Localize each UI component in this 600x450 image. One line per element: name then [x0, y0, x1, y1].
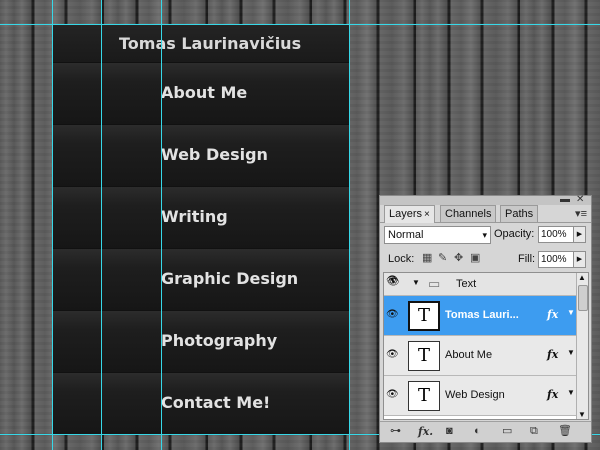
trash-icon[interactable]: 🗑 [558, 426, 572, 437]
adjustment-icon[interactable]: ◐ [474, 426, 481, 437]
folder-icon: ▭ [428, 276, 441, 291]
close-icon[interactable]: ✕ [576, 194, 584, 205]
menu-item-label: About Me [161, 83, 248, 102]
chevron-down-icon: ▾ [482, 230, 487, 240]
tab-label: Channels [445, 208, 492, 220]
menu-item-graphic-design[interactable]: Graphic Design [52, 248, 350, 311]
fill-field[interactable]: 100% [538, 251, 574, 268]
vertical-guide[interactable] [161, 0, 162, 450]
minimize-icon[interactable]: ▬ [560, 194, 570, 205]
vertical-guide[interactable] [101, 0, 102, 450]
lock-transparent-icon[interactable]: ▦ [422, 253, 433, 264]
text-layer-thumbnail: T [408, 341, 440, 371]
fx-icon[interactable]: fx [547, 388, 558, 401]
vertical-guide[interactable] [349, 0, 350, 450]
site-title-text: Tomas Laurinavičius [119, 34, 302, 53]
mask-icon[interactable]: ◙ [446, 426, 453, 437]
eye-icon[interactable]: 👁 [386, 275, 399, 286]
panel-menu-icon[interactable]: ▾≡ [575, 207, 587, 220]
opacity-value: 100% [541, 229, 567, 240]
opacity-stepper[interactable]: ▶ [573, 226, 586, 243]
horizontal-guide[interactable] [0, 24, 600, 25]
fx-icon[interactable]: fx [547, 348, 558, 361]
expand-triangle-icon[interactable]: ▼ [412, 278, 420, 287]
folder-icon[interactable]: ▭ [502, 426, 512, 437]
menu-item-label: Graphic Design [161, 269, 299, 288]
layers-list: 👁 ▼ ▭ Text T Tomas Lauri... fx ▼ T About… [383, 272, 589, 420]
menu-item-photography[interactable]: Photography [52, 310, 350, 373]
vertical-guide[interactable] [52, 0, 53, 450]
opacity-label: Opacity: [494, 228, 535, 240]
fill-label: Fill: [518, 253, 536, 265]
blend-mode-select[interactable]: Normal ▾ [384, 226, 491, 244]
chevron-down-icon[interactable]: ▼ [567, 308, 575, 317]
tab-paths[interactable]: Paths [500, 205, 539, 222]
layer-row[interactable]: T Web Design fx ▼ [384, 376, 576, 416]
chevron-down-icon[interactable]: ▼ [567, 388, 575, 397]
scroll-down-icon[interactable]: ▼ [578, 410, 586, 419]
scroll-thumb[interactable] [578, 285, 588, 311]
close-icon[interactable]: × [424, 209, 430, 220]
layers-bottom-toolbar: ⊶ fx. ◙ ◐ ▭ ⧉ 🗑 [380, 421, 591, 442]
fill-stepper[interactable]: ▶ [573, 251, 586, 268]
panel-header: ▬ ✕ [380, 194, 591, 205]
new-layer-icon[interactable]: ⧉ [530, 426, 538, 437]
lock-brush-icon[interactable]: ✎ [438, 253, 449, 264]
panel-tabs: Layers × Channels Paths ▾≡ [380, 205, 591, 223]
lock-label: Lock: [388, 253, 415, 265]
menu-item-label: Photography [161, 331, 278, 350]
menu-item-writing[interactable]: Writing [52, 186, 350, 249]
menu-item-label: Writing [161, 207, 228, 226]
eye-icon[interactable]: 👁 [386, 389, 399, 400]
text-layer-thumbnail: T [408, 381, 440, 411]
menu-item-label: Web Design [161, 145, 268, 164]
layers-panel: ▬ ✕ Layers × Channels Paths ▾≡ Normal ▾ O… [379, 194, 592, 443]
fill-value: 100% [541, 254, 567, 265]
eye-icon[interactable]: 👁 [386, 309, 399, 320]
lock-move-icon[interactable]: ✥ [454, 253, 465, 264]
site-title: Tomas Laurinavičius [52, 24, 350, 62]
menu-item-label: Contact Me! [161, 393, 271, 412]
opacity-field[interactable]: 100% [538, 226, 574, 243]
scroll-up-icon[interactable]: ▲ [578, 273, 586, 282]
layer-name: About Me [445, 349, 493, 361]
layers-scrollbar[interactable]: ▲ ▼ [576, 273, 588, 419]
tab-layers[interactable]: Layers × [384, 205, 435, 223]
lock-row: Lock: ▦ ✎ ✥ ▣ Fill: 100% ▶ [384, 251, 587, 268]
layer-name: Web Design [445, 389, 505, 401]
lock-all-icon[interactable]: ▣ [470, 253, 481, 264]
layer-name: Tomas Lauri... [445, 309, 519, 321]
website-menu-mockup: Tomas Laurinavičius About Me Web Design … [52, 24, 350, 435]
group-name: Text [456, 278, 477, 290]
tab-label: Layers [389, 208, 423, 220]
fx-icon[interactable]: fx [547, 308, 558, 321]
menu-item-about[interactable]: About Me [52, 62, 350, 125]
layer-group-text[interactable]: 👁 ▼ ▭ Text [384, 273, 576, 296]
tab-channels[interactable]: Channels [440, 205, 497, 222]
blend-mode-value: Normal [388, 229, 424, 241]
text-layer-thumbnail: T [408, 301, 440, 331]
chevron-down-icon[interactable]: ▼ [567, 348, 575, 357]
menu-item-web-design[interactable]: Web Design [52, 124, 350, 187]
eye-icon[interactable]: 👁 [386, 349, 399, 360]
menu-item-contact[interactable]: Contact Me! [52, 372, 350, 435]
link-icon[interactable]: ⊶ [390, 426, 401, 437]
fx-icon[interactable]: fx. [418, 426, 433, 437]
layer-row[interactable]: T About Me fx ▼ [384, 336, 576, 376]
layer-row[interactable]: T Tomas Lauri... fx ▼ [384, 296, 576, 336]
tab-label: Paths [505, 208, 534, 220]
blend-row: Normal ▾ Opacity: 100% ▶ [384, 226, 587, 246]
